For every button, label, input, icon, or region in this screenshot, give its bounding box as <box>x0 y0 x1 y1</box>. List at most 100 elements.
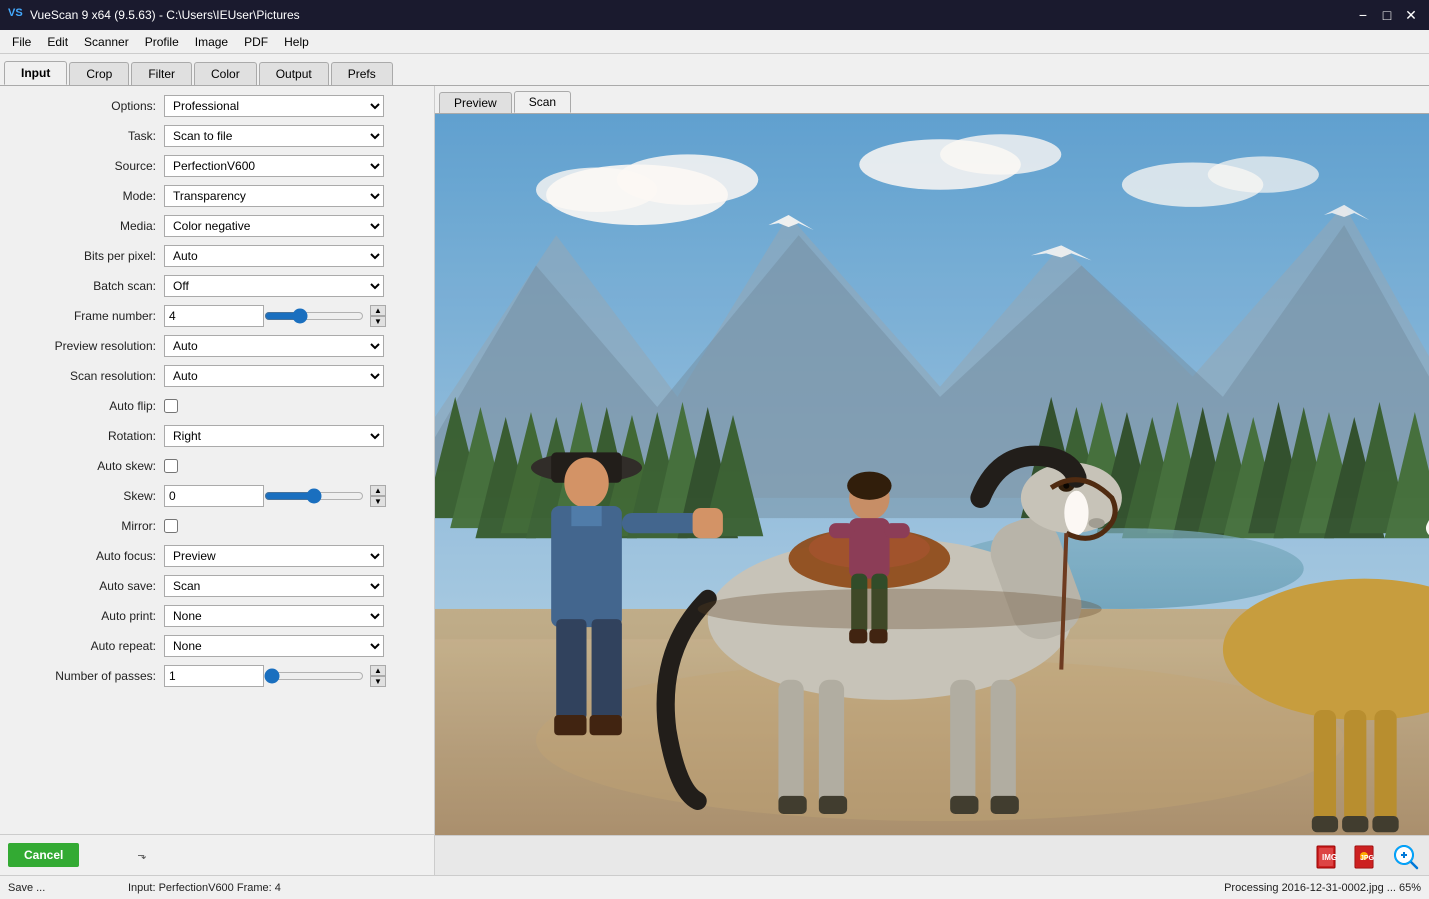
tab-color[interactable]: Color <box>194 62 257 85</box>
spin-down-frame[interactable]: ▼ <box>370 316 386 327</box>
setting-select-auto_focus[interactable]: PreviewNoneScan <box>164 545 384 567</box>
setting-select-auto_repeat[interactable]: NoneOn <box>164 635 384 657</box>
menu-item-scanner[interactable]: Scanner <box>76 33 137 51</box>
title-bar: VS VueScan 9 x64 (9.5.63) - C:\Users\IEU… <box>0 0 1429 30</box>
spin-up-skew[interactable]: ▲ <box>370 485 386 496</box>
status-input: Input: PerfectionV600 Frame: 4 <box>108 882 1224 894</box>
menu-item-image[interactable]: Image <box>187 33 236 51</box>
window-title: VueScan 9 x64 (9.5.63) - C:\Users\IEUser… <box>30 8 300 22</box>
setting-control-auto_print: NoneScanPreview <box>164 605 430 627</box>
tab-output[interactable]: Output <box>259 62 329 85</box>
spin-up-frame[interactable]: ▲ <box>370 305 386 316</box>
setting-label-source: Source: <box>4 159 164 173</box>
setting-select-preview_res[interactable]: Auto75150300 <box>164 335 384 357</box>
left-panel: Options:ProfessionalBasicTask:Scan to fi… <box>0 86 435 875</box>
setting-control-source: PerfectionV600Flatbed <box>164 155 430 177</box>
setting-label-passes: Number of passes: <box>4 669 164 683</box>
setting-select-scan_res[interactable]: Auto751503006001200 <box>164 365 384 387</box>
setting-label-auto_save: Auto save: <box>4 579 164 593</box>
setting-checkbox-mirror[interactable] <box>164 519 178 533</box>
setting-select-task[interactable]: Scan to fileScan to emailScan to printer <box>164 125 384 147</box>
setting-control-scan_res: Auto751503006001200 <box>164 365 430 387</box>
setting-control-rotation: NoneLeftRight180 <box>164 425 430 447</box>
setting-select-auto_print[interactable]: NoneScanPreview <box>164 605 384 627</box>
setting-select-auto_save[interactable]: ScanNonePreview <box>164 575 384 597</box>
setting-label-auto_repeat: Auto repeat: <box>4 639 164 653</box>
setting-checkbox-auto_skew[interactable] <box>164 459 178 473</box>
setting-label-bits: Bits per pixel: <box>4 249 164 263</box>
photo-icon: JPG <box>1353 842 1381 870</box>
setting-range-frame[interactable] <box>264 308 364 324</box>
status-save: Save ... <box>8 882 108 894</box>
setting-label-skew: Skew: <box>4 489 164 503</box>
preview-tab-preview[interactable]: Preview <box>439 92 512 113</box>
spin-down-passes[interactable]: ▼ <box>370 676 386 687</box>
setting-checkbox-auto_flip[interactable] <box>164 399 178 413</box>
setting-select-batch[interactable]: OffOn <box>164 275 384 297</box>
preview-image <box>435 114 1429 835</box>
setting-label-mirror: Mirror: <box>4 519 164 533</box>
setting-row-auto_save: Auto save:ScanNonePreview <box>4 574 430 598</box>
setting-row-preview_res: Preview resolution:Auto75150300 <box>4 334 430 358</box>
setting-input-frame[interactable] <box>164 305 264 327</box>
setting-row-auto_print: Auto print:NoneScanPreview <box>4 604 430 628</box>
close-button[interactable]: ✕ <box>1401 6 1421 24</box>
zoom-in-icon <box>1391 842 1419 870</box>
menu-item-file[interactable]: File <box>4 33 39 51</box>
setting-label-auto_focus: Auto focus: <box>4 549 164 563</box>
setting-select-source[interactable]: PerfectionV600Flatbed <box>164 155 384 177</box>
maximize-button[interactable]: □ <box>1377 6 1397 24</box>
preview-tab-scan[interactable]: Scan <box>514 91 571 113</box>
tab-prefs[interactable]: Prefs <box>331 62 393 85</box>
cancel-button[interactable]: Cancel <box>8 843 79 867</box>
tab-crop[interactable]: Crop <box>69 62 129 85</box>
setting-select-options[interactable]: ProfessionalBasic <box>164 95 384 117</box>
setting-control-mode: TransparencyFlatbedADF front <box>164 185 430 207</box>
setting-control-bits: Auto8162448 <box>164 245 430 267</box>
setting-row-rotation: Rotation:NoneLeftRight180 <box>4 424 430 448</box>
setting-select-mode[interactable]: TransparencyFlatbedADF front <box>164 185 384 207</box>
spin-up-passes[interactable]: ▲ <box>370 665 386 676</box>
menu-item-help[interactable]: Help <box>276 33 317 51</box>
setting-control-skew: ▲▼ <box>164 485 430 507</box>
title-bar-left: VS VueScan 9 x64 (9.5.63) - C:\Users\IEU… <box>8 7 300 23</box>
setting-input-passes[interactable] <box>164 665 264 687</box>
setting-label-task: Task: <box>4 129 164 143</box>
scan-image-icon: IMG <box>1315 842 1343 870</box>
bottom-panel: Cancel ⬎ <box>0 834 434 875</box>
setting-label-scan_res: Scan resolution: <box>4 369 164 383</box>
status-bar: Save ... Input: PerfectionV600 Frame: 4 … <box>0 875 1429 899</box>
preview-tab-bar: PreviewScan <box>435 86 1429 114</box>
menu-item-edit[interactable]: Edit <box>39 33 76 51</box>
menu-item-profile[interactable]: Profile <box>137 33 187 51</box>
app-icon: VS <box>8 7 24 23</box>
setting-row-source: Source:PerfectionV600Flatbed <box>4 154 430 178</box>
spin-down-skew[interactable]: ▼ <box>370 496 386 507</box>
minimize-button[interactable]: − <box>1353 6 1373 24</box>
setting-control-auto_repeat: NoneOn <box>164 635 430 657</box>
setting-range-skew[interactable] <box>264 488 364 504</box>
setting-row-auto_flip: Auto flip: <box>4 394 430 418</box>
setting-select-rotation[interactable]: NoneLeftRight180 <box>164 425 384 447</box>
settings-scroll[interactable]: Options:ProfessionalBasicTask:Scan to fi… <box>0 86 434 834</box>
tab-filter[interactable]: Filter <box>131 62 192 85</box>
zoom-in-btn[interactable] <box>1389 840 1421 872</box>
setting-row-auto_focus: Auto focus:PreviewNoneScan <box>4 544 430 568</box>
setting-select-bits[interactable]: Auto8162448 <box>164 245 384 267</box>
setting-row-options: Options:ProfessionalBasic <box>4 94 430 118</box>
setting-input-skew[interactable] <box>164 485 264 507</box>
setting-control-auto_flip <box>164 399 430 413</box>
right-panel: PreviewScan <box>435 86 1429 875</box>
status-processing: Processing 2016-12-31-0002.jpg ... 65% <box>1224 882 1421 894</box>
menu-item-pdf[interactable]: PDF <box>236 33 276 51</box>
photo-icon-btn[interactable]: JPG <box>1351 840 1383 872</box>
bottom-toolbar: IMG JPG <box>435 835 1429 875</box>
setting-control-task: Scan to fileScan to emailScan to printer <box>164 125 430 147</box>
setting-label-auto_skew: Auto skew: <box>4 459 164 473</box>
setting-select-media[interactable]: Color negativeColor positiveB&W negative <box>164 215 384 237</box>
scan-icon-btn[interactable]: IMG <box>1313 840 1345 872</box>
setting-label-options: Options: <box>4 99 164 113</box>
tab-input[interactable]: Input <box>4 61 67 85</box>
setting-range-passes[interactable] <box>264 668 364 684</box>
setting-row-auto_skew: Auto skew: <box>4 454 430 478</box>
